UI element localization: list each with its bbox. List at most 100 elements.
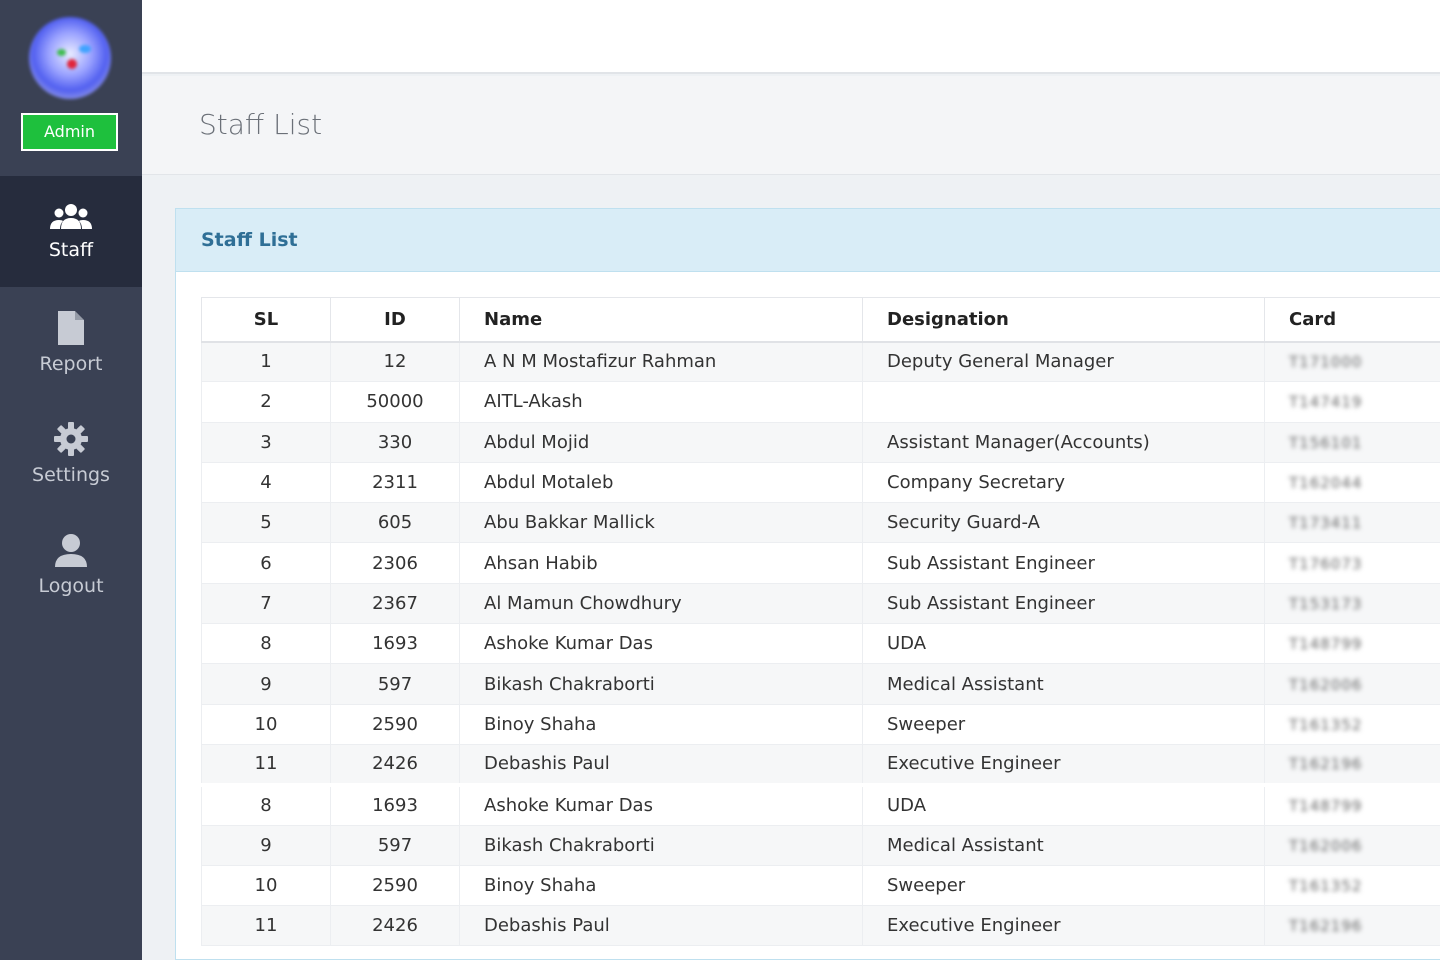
cell-id: 330 (330, 421, 460, 463)
sidebar-item-settings[interactable]: Settings (0, 398, 142, 509)
card-number-blurred: T162006 (1289, 836, 1363, 855)
table-row[interactable]: 9 597 Bikash Chakraborti Medical Assistant T… (201, 824, 1440, 866)
panel-heading: Staff List (176, 209, 1440, 272)
cell-designation: Security Guard-A (862, 502, 1265, 544)
cell-sl: 10 (201, 703, 331, 745)
column-header-id[interactable]: ID (330, 297, 460, 343)
table-body: 1 12 A N M Mostafizur Rahman Deputy General… (201, 340, 1440, 947)
card-number-blurred: T162006 (1289, 675, 1363, 694)
cell-id: 2306 (330, 542, 460, 584)
cell-name: A N M Mostafizur Rahman (459, 340, 863, 383)
cell-designation: Sub Assistant Engineer (862, 582, 1265, 625)
table-row[interactable]: 6 2306 Ahsan Habib Sub Assistant Engineer T1… (201, 542, 1440, 584)
cell-card: T162044 (1264, 461, 1440, 504)
table-row[interactable]: 11 2426 Debashis Paul Executive Engineer T16… (201, 743, 1440, 786)
cell-name: Bikash Chakraborti (459, 663, 863, 705)
sidebar: Admin Staff Report Settings Logout (0, 0, 142, 960)
table-row[interactable]: 7 2367 Al Mamun Chowdhury Sub Assistant Eng… (201, 582, 1440, 625)
card-number-blurred: T161352 (1289, 715, 1363, 734)
cell-name: Bikash Chakraborti (459, 824, 863, 866)
cell-sl: 11 (201, 905, 331, 947)
table-row[interactable]: 10 2590 Binoy Shaha Sweeper T161352 (201, 864, 1440, 907)
cell-sl: 5 (201, 502, 331, 544)
cell-id: 2367 (330, 582, 460, 625)
cell-card: T173411 (1264, 502, 1440, 544)
cell-card: T161352 (1264, 864, 1440, 907)
table-row[interactable]: 1 12 A N M Mostafizur Rahman Deputy General… (201, 340, 1440, 383)
cell-designation: UDA (862, 782, 1265, 826)
cell-designation: UDA (862, 623, 1265, 665)
sidebar-item-logout[interactable]: Logout (0, 509, 142, 620)
cell-designation: Sweeper (862, 864, 1265, 907)
cell-card: T162006 (1264, 824, 1440, 866)
cell-name: Abu Bakkar Mallick (459, 502, 863, 544)
user-icon (55, 533, 87, 567)
card-number-blurred: T162044 (1289, 474, 1363, 493)
cell-designation: Assistant Manager(Accounts) (862, 421, 1265, 463)
cell-sl: 2 (201, 381, 331, 423)
card-number-blurred: T153173 (1289, 594, 1363, 613)
table-row[interactable]: 8 1693 Ashoke Kumar Das UDA T148799 (201, 782, 1440, 826)
cell-sl: 11 (201, 743, 331, 786)
cell-name: Abdul Mojid (459, 421, 863, 463)
staff-table-wrapper: SL ID Name Designation Card 1 12 A N M Mos… (201, 297, 1440, 947)
cell-designation: Deputy General Manager (862, 340, 1265, 383)
table-row[interactable]: 8 1693 Ashoke Kumar Das UDA T148799 (201, 623, 1440, 665)
cell-sl: 9 (201, 824, 331, 866)
column-header-card[interactable]: Card (1264, 297, 1440, 343)
sidebar-item-report[interactable]: Report (0, 287, 142, 398)
cell-name: Binoy Shaha (459, 703, 863, 745)
cell-name: AITL-Akash (459, 381, 863, 423)
cell-card: T156101 (1264, 421, 1440, 463)
cell-designation: Sub Assistant Engineer (862, 542, 1265, 584)
cell-id: 2311 (330, 461, 460, 504)
cell-id: 1693 (330, 782, 460, 826)
gear-icon (54, 421, 88, 456)
cell-id: 605 (330, 502, 460, 544)
card-number-blurred: T148799 (1289, 635, 1363, 654)
file-icon (58, 310, 84, 345)
table-row[interactable]: 5 605 Abu Bakkar Mallick Security Guard-A T1… (201, 502, 1440, 544)
table-row[interactable]: 4 2311 Abdul Motaleb Company Secretary T1620… (201, 461, 1440, 504)
cell-designation: Company Secretary (862, 461, 1265, 504)
card-number-blurred: T148799 (1289, 797, 1363, 816)
table-row[interactable]: 9 597 Bikash Chakraborti Medical Assistant T… (201, 663, 1440, 705)
sidebar-item-staff[interactable]: Staff (0, 176, 142, 287)
page-header: Staff List (142, 76, 1440, 175)
cell-id: 597 (330, 824, 460, 866)
table-row[interactable]: 2 50000 AITL-Akash T147419 (201, 381, 1440, 423)
admin-badge[interactable]: Admin (21, 113, 118, 151)
cell-sl: 4 (201, 461, 331, 504)
sidebar-item-label: Settings (32, 463, 110, 486)
cell-designation: Medical Assistant (862, 824, 1265, 866)
column-header-name[interactable]: Name (459, 297, 863, 343)
cell-card: T148799 (1264, 623, 1440, 665)
card-number-blurred: T147419 (1289, 393, 1363, 412)
cell-id: 2426 (330, 743, 460, 786)
cell-designation: Medical Assistant (862, 663, 1265, 705)
card-number-blurred: T156101 (1289, 433, 1363, 452)
cell-name: Ahsan Habib (459, 542, 863, 584)
table-row[interactable]: 3 330 Abdul Mojid Assistant Manager(Account… (201, 421, 1440, 463)
cell-name: Binoy Shaha (459, 864, 863, 907)
cell-sl: 7 (201, 582, 331, 625)
cell-name: Ashoke Kumar Das (459, 623, 863, 665)
cell-id: 2590 (330, 703, 460, 745)
table-row[interactable]: 10 2590 Binoy Shaha Sweeper T161352 (201, 703, 1440, 745)
staff-table: SL ID Name Designation Card 1 12 A N M Mos… (201, 297, 1440, 947)
column-header-sl[interactable]: SL (201, 297, 331, 343)
cell-card: T161352 (1264, 703, 1440, 745)
cell-card: T162196 (1264, 743, 1440, 786)
cell-designation: Sweeper (862, 703, 1265, 745)
cell-designation (862, 381, 1265, 423)
column-header-designation[interactable]: Designation (862, 297, 1265, 343)
page-title: Staff List (199, 108, 323, 141)
cell-id: 2426 (330, 905, 460, 947)
cell-card: T176073 (1264, 542, 1440, 584)
cell-sl: 1 (201, 340, 331, 383)
cell-card: T162006 (1264, 663, 1440, 705)
cell-id: 597 (330, 663, 460, 705)
table-row[interactable]: 11 2426 Debashis Paul Executive Engineer T16… (201, 905, 1440, 947)
cell-id: 12 (330, 340, 460, 383)
cell-card: T148799 (1264, 782, 1440, 826)
